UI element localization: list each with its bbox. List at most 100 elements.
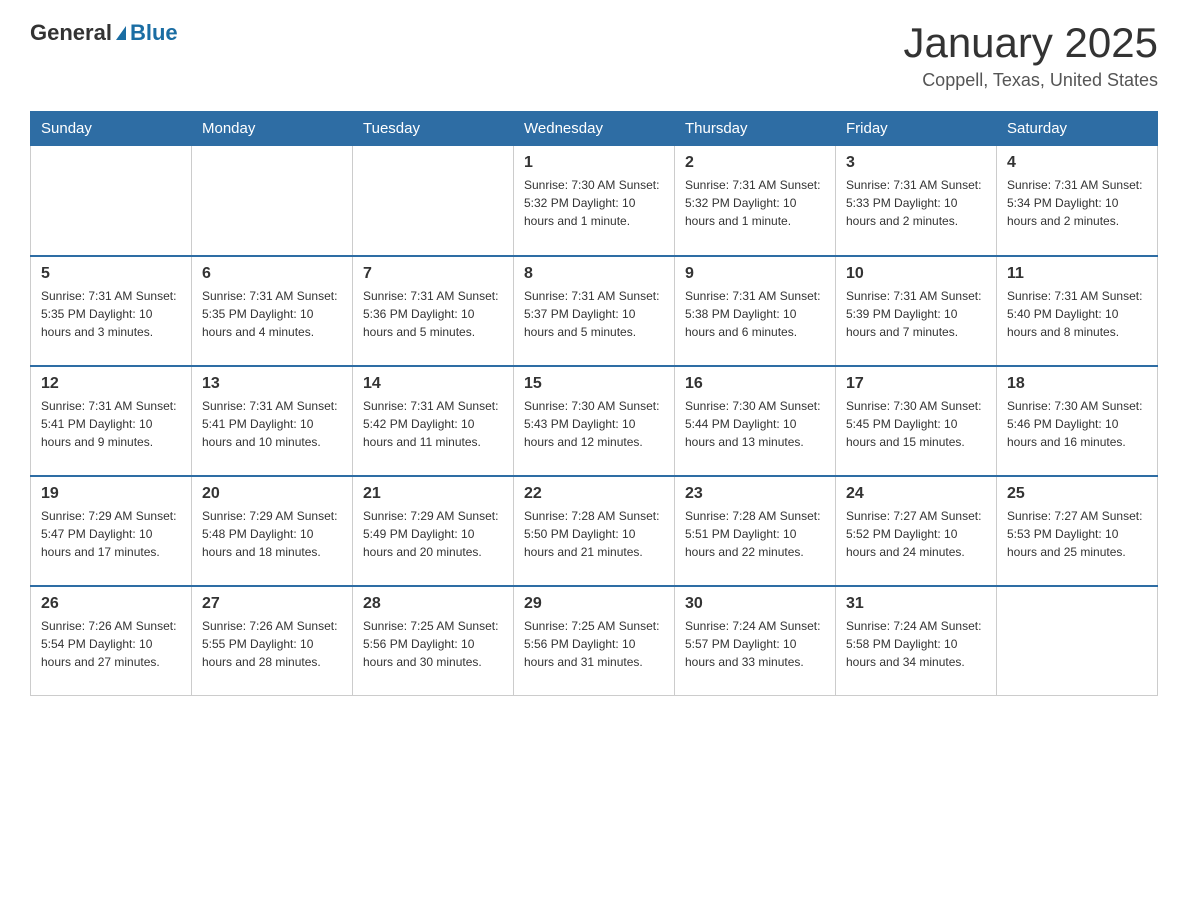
title-block: January 2025 Coppell, Texas, United Stat… [903,20,1158,91]
table-row: 14 Sunrise: 7:31 AM Sunset: 5:42 PM Dayli… [353,366,514,476]
calendar-subtitle: Coppell, Texas, United States [903,70,1158,91]
table-row: 13 Sunrise: 7:31 AM Sunset: 5:41 PM Dayli… [192,366,353,476]
header-saturday: Saturday [997,112,1158,146]
table-row: 26Sunrise: 7:26 AM Sunset: 5:54 PM Dayli… [31,586,192,696]
day-info: Sunrise: 7:27 AM Sunset: 5:53 PM Dayligh… [1007,507,1147,561]
table-row: 25 Sunrise: 7:27 AM Sunset: 5:53 PM Dayli… [997,476,1158,586]
table-row: 24 Sunrise: 7:27 AM Sunset: 5:52 PM Dayli… [836,476,997,586]
logo-general: General [30,20,112,46]
header-friday: Friday [836,112,997,146]
day-number: 30 [685,595,825,613]
day-number: 4 [1007,154,1147,172]
day-info: Sunrise: 7:29 AM Sunset: 5:48 PM Dayligh… [202,507,342,561]
day-number: 18 [1007,375,1147,393]
calendar-title: January 2025 [903,20,1158,66]
table-row: 12Sunrise: 7:31 AM Sunset: 5:41 PM Dayli… [31,366,192,476]
table-row [192,146,353,256]
calendar-week-row: 19 Sunrise: 7:29 AM Sunset: 5:47 PM Dayli… [31,476,1158,586]
day-info: Sunrise: 7:31 AM Sunset: 5:32 PM Dayligh… [685,176,825,230]
day-number: 11 [1007,265,1147,283]
day-info: Sunrise: 7:31 AM Sunset: 5:36 PM Dayligh… [363,287,503,341]
day-number: 17 [846,375,986,393]
day-number: 10 [846,265,986,283]
day-info: Sunrise: 7:31 AM Sunset: 5:40 PM Dayligh… [1007,287,1147,341]
header-tuesday: Tuesday [353,112,514,146]
day-info: Sunrise: 7:24 AM Sunset: 5:58 PM Dayligh… [846,617,986,671]
day-number: 19 [41,485,181,503]
day-info: Sunrise: 7:28 AM Sunset: 5:50 PM Dayligh… [524,507,664,561]
header-sunday: Sunday [31,112,192,146]
table-row: 19 Sunrise: 7:29 AM Sunset: 5:47 PM Dayli… [31,476,192,586]
day-number: 25 [1007,485,1147,503]
table-row: 11 Sunrise: 7:31 AM Sunset: 5:40 PM Dayli… [997,256,1158,366]
day-number: 1 [524,154,664,172]
day-number: 20 [202,485,342,503]
table-row: 16Sunrise: 7:30 AM Sunset: 5:44 PM Dayli… [675,366,836,476]
day-number: 31 [846,595,986,613]
table-row: 31 Sunrise: 7:24 AM Sunset: 5:58 PM Dayli… [836,586,997,696]
table-row: 22Sunrise: 7:28 AM Sunset: 5:50 PM Dayli… [514,476,675,586]
table-row: 18 Sunrise: 7:30 AM Sunset: 5:46 PM Dayli… [997,366,1158,476]
day-number: 9 [685,265,825,283]
day-info: Sunrise: 7:25 AM Sunset: 5:56 PM Dayligh… [524,617,664,671]
day-number: 21 [363,485,503,503]
day-info: Sunrise: 7:31 AM Sunset: 5:38 PM Dayligh… [685,287,825,341]
table-row: 27Sunrise: 7:26 AM Sunset: 5:55 PM Dayli… [192,586,353,696]
day-number: 3 [846,154,986,172]
day-number: 6 [202,265,342,283]
day-info: Sunrise: 7:31 AM Sunset: 5:41 PM Dayligh… [202,397,342,451]
table-row: 2 Sunrise: 7:31 AM Sunset: 5:32 PM Daylig… [675,146,836,256]
day-number: 7 [363,265,503,283]
day-number: 2 [685,154,825,172]
header-wednesday: Wednesday [514,112,675,146]
day-info: Sunrise: 7:30 AM Sunset: 5:46 PM Dayligh… [1007,397,1147,451]
day-info: Sunrise: 7:28 AM Sunset: 5:51 PM Dayligh… [685,507,825,561]
logo-blue: Blue [130,20,178,46]
table-row: 10 Sunrise: 7:31 AM Sunset: 5:39 PM Dayli… [836,256,997,366]
day-info: Sunrise: 7:31 AM Sunset: 5:39 PM Dayligh… [846,287,986,341]
table-row: 17 Sunrise: 7:30 AM Sunset: 5:45 PM Dayli… [836,366,997,476]
table-row: 23 Sunrise: 7:28 AM Sunset: 5:51 PM Dayli… [675,476,836,586]
day-number: 26 [41,595,181,613]
table-row: 3 Sunrise: 7:31 AM Sunset: 5:33 PM Daylig… [836,146,997,256]
day-info: Sunrise: 7:30 AM Sunset: 5:45 PM Dayligh… [846,397,986,451]
day-number: 24 [846,485,986,503]
day-info: Sunrise: 7:24 AM Sunset: 5:57 PM Dayligh… [685,617,825,671]
calendar-week-row: 5Sunrise: 7:31 AM Sunset: 5:35 PM Daylig… [31,256,1158,366]
table-row: 29Sunrise: 7:25 AM Sunset: 5:56 PM Dayli… [514,586,675,696]
day-number: 13 [202,375,342,393]
logo-triangle-icon [116,26,126,40]
day-info: Sunrise: 7:31 AM Sunset: 5:33 PM Dayligh… [846,176,986,230]
table-row: 28Sunrise: 7:25 AM Sunset: 5:56 PM Dayli… [353,586,514,696]
day-number: 28 [363,595,503,613]
table-row: 7 Sunrise: 7:31 AM Sunset: 5:36 PM Daylig… [353,256,514,366]
day-info: Sunrise: 7:27 AM Sunset: 5:52 PM Dayligh… [846,507,986,561]
page-header: General Blue January 2025 Coppell, Texas… [30,20,1158,91]
calendar-week-row: 1 Sunrise: 7:30 AM Sunset: 5:32 PM Daylig… [31,146,1158,256]
day-info: Sunrise: 7:31 AM Sunset: 5:34 PM Dayligh… [1007,176,1147,230]
day-number: 12 [41,375,181,393]
header-monday: Monday [192,112,353,146]
calendar-table: Sunday Monday Tuesday Wednesday Thursday… [30,111,1158,696]
day-info: Sunrise: 7:31 AM Sunset: 5:37 PM Dayligh… [524,287,664,341]
day-info: Sunrise: 7:30 AM Sunset: 5:32 PM Dayligh… [524,176,664,230]
day-number: 23 [685,485,825,503]
table-row: 5Sunrise: 7:31 AM Sunset: 5:35 PM Daylig… [31,256,192,366]
calendar-week-row: 26Sunrise: 7:26 AM Sunset: 5:54 PM Dayli… [31,586,1158,696]
day-info: Sunrise: 7:29 AM Sunset: 5:47 PM Dayligh… [41,507,181,561]
day-info: Sunrise: 7:30 AM Sunset: 5:44 PM Dayligh… [685,397,825,451]
day-info: Sunrise: 7:26 AM Sunset: 5:55 PM Dayligh… [202,617,342,671]
day-info: Sunrise: 7:30 AM Sunset: 5:43 PM Dayligh… [524,397,664,451]
table-row: 9 Sunrise: 7:31 AM Sunset: 5:38 PM Daylig… [675,256,836,366]
day-info: Sunrise: 7:29 AM Sunset: 5:49 PM Dayligh… [363,507,503,561]
table-row [31,146,192,256]
day-number: 8 [524,265,664,283]
table-row: 4 Sunrise: 7:31 AM Sunset: 5:34 PM Daylig… [997,146,1158,256]
table-row: 21 Sunrise: 7:29 AM Sunset: 5:49 PM Dayli… [353,476,514,586]
table-row: 30 Sunrise: 7:24 AM Sunset: 5:57 PM Dayli… [675,586,836,696]
day-number: 14 [363,375,503,393]
table-row [353,146,514,256]
day-info: Sunrise: 7:31 AM Sunset: 5:42 PM Dayligh… [363,397,503,451]
calendar-week-row: 12 Sunrise: 7:31 AM Sunset: 5:41 PM Dayli… [31,366,1158,476]
table-row: 20 Sunrise: 7:29 AM Sunset: 5:48 PM Dayli… [192,476,353,586]
